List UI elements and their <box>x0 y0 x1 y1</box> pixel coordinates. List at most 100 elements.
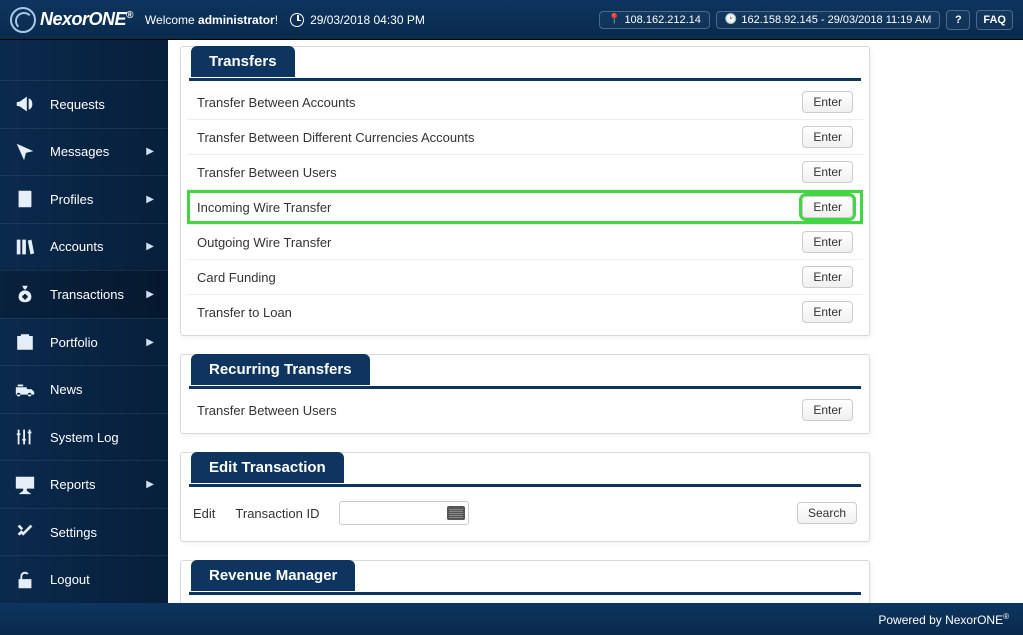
sidebar-item-label: Portfolio <box>50 335 98 350</box>
cursor-icon <box>14 141 36 163</box>
sidebar-item-profiles[interactable]: Profiles ▶ <box>0 175 168 223</box>
list-row: Card Funding Enter <box>187 260 863 295</box>
list-row: Deduct from Revenue AccountEnter <box>187 599 863 603</box>
enter-button[interactable]: Enter <box>802 91 853 113</box>
chevron-right-icon: ▶ <box>146 194 154 205</box>
keypad-icon[interactable] <box>447 506 465 520</box>
enter-button[interactable]: Enter <box>802 196 853 218</box>
revenue-card: Revenue Manager Deduct from Revenue Acco… <box>180 560 870 603</box>
datetime-text: 29/03/2018 04:30 PM <box>310 13 425 27</box>
sidebar-item-news[interactable]: News <box>0 365 168 413</box>
transfers-card: Transfers Transfer Between AccountsEnter… <box>180 46 870 336</box>
footer: Powered by NexorONE® <box>0 603 1023 635</box>
enter-button[interactable]: Enter <box>802 231 853 253</box>
addressbook-icon <box>14 188 36 210</box>
recurring-rows: Transfer Between Users Enter <box>181 393 869 427</box>
sidebar-item-messages[interactable]: Messages ▶ <box>0 128 168 176</box>
transfers-rows: Transfer Between AccountsEnter Transfer B… <box>181 85 869 329</box>
list-row: Incoming Wire Transfer Enter <box>187 190 863 225</box>
list-row: Transfer to LoanEnter <box>187 295 863 329</box>
sidebar-item-reports[interactable]: Reports ▶ <box>0 460 168 508</box>
row-label: Transfer Between Different Currencies Ac… <box>197 130 474 145</box>
enter-button[interactable]: Enter <box>802 126 853 148</box>
sidebar-item-portfolio[interactable]: Portfolio ▶ <box>0 318 168 366</box>
sidebar-item-logout[interactable]: Logout <box>0 555 168 603</box>
row-label: Outgoing Wire Transfer <box>197 235 331 250</box>
row-label: Transfer Between Users <box>197 403 337 418</box>
presentation-icon <box>14 474 36 496</box>
logo-text: NexorONE <box>40 9 126 29</box>
logo-reg: ® <box>126 10 133 21</box>
sidebar-item-systemlog[interactable]: System Log <box>0 413 168 461</box>
list-row: Transfer Between AccountsEnter <box>187 85 863 120</box>
row-label: Transfer Between Users <box>197 165 337 180</box>
edit-label: Edit <box>193 506 215 521</box>
last-ip-badge[interactable]: 🕑 162.158.92.145 - 29/03/2018 11:19 AM <box>716 11 940 29</box>
enter-button[interactable]: Enter <box>802 161 853 183</box>
unlock-icon <box>14 569 36 591</box>
sidebar-item-requests[interactable]: Requests <box>0 80 168 128</box>
topbar: NexorONE® Welcome administrator! 29/03/2… <box>0 0 1023 40</box>
sidebar-item-label: Settings <box>50 525 97 540</box>
sidebar-item-label: Transactions <box>50 287 124 302</box>
sidebar-item-label: Profiles <box>50 192 93 207</box>
clock-icon <box>290 13 304 27</box>
revenue-rows: Deduct from Revenue AccountEnter <box>181 599 869 603</box>
logo[interactable]: NexorONE® <box>10 7 133 33</box>
current-ip-text: 108.162.212.14 <box>624 14 700 26</box>
sidebar-item-label: Messages <box>50 144 109 159</box>
sidebar-item-label: Requests <box>50 97 105 112</box>
edit-transaction-card: Edit Transaction Edit Transaction ID Sea… <box>180 452 870 542</box>
sidebar-item-label: Logout <box>50 572 90 587</box>
transaction-id-label: Transaction ID <box>235 506 319 521</box>
pin-icon: 📍 <box>608 14 620 25</box>
sidebar-item-label: Reports <box>50 477 96 492</box>
edit-title: Edit Transaction <box>191 452 344 483</box>
books-icon <box>14 236 36 258</box>
enter-button[interactable]: Enter <box>802 399 853 421</box>
recurring-card: Recurring Transfers Transfer Between Use… <box>180 354 870 434</box>
chevron-right-icon: ▶ <box>146 241 154 252</box>
sidebar-item-settings[interactable]: Settings <box>0 508 168 556</box>
card-divider <box>189 78 861 81</box>
welcome-text: Welcome administrator! <box>145 13 278 27</box>
edit-row: Edit Transaction ID Search <box>181 491 869 535</box>
recurring-title: Recurring Transfers <box>191 354 370 385</box>
sidebar-item-label: News <box>50 382 83 397</box>
sidebar-item-label: Accounts <box>50 239 103 254</box>
enter-button[interactable]: Enter <box>802 301 853 323</box>
topbar-right: 📍 108.162.212.14 🕑 162.158.92.145 - 29/0… <box>599 10 1013 30</box>
chevron-right-icon: ▶ <box>146 146 154 157</box>
chevron-right-icon: ▶ <box>146 289 154 300</box>
suitcase-icon <box>14 331 36 353</box>
list-row: Transfer Between Different Currencies Ac… <box>187 120 863 155</box>
transfers-title: Transfers <box>191 46 295 77</box>
logo-swirl-icon <box>10 7 36 33</box>
help-button[interactable]: ? <box>946 10 970 30</box>
sidebar-item-label: System Log <box>50 430 119 445</box>
sidebar-item-accounts[interactable]: Accounts ▶ <box>0 223 168 271</box>
sidebar: Requests Messages ▶ Profiles ▶ Accounts … <box>0 40 168 603</box>
row-label: Incoming Wire Transfer <box>197 200 331 215</box>
current-ip-badge[interactable]: 📍 108.162.212.14 <box>599 11 710 29</box>
transaction-id-wrap <box>339 501 473 525</box>
faq-button[interactable]: FAQ <box>976 10 1013 30</box>
footer-text: Powered by NexorONE® <box>878 612 1009 627</box>
sidebar-item-transactions[interactable]: Transactions ▶ <box>0 270 168 318</box>
main: Requests Messages ▶ Profiles ▶ Accounts … <box>0 40 1023 603</box>
list-row: Transfer Between Users Enter <box>187 155 863 190</box>
row-label: Card Funding <box>197 270 276 285</box>
search-button[interactable]: Search <box>797 502 857 524</box>
clock-small-icon: 🕑 <box>725 14 737 25</box>
tools-icon <box>14 521 36 543</box>
moneybag-icon <box>14 283 36 305</box>
card-divider <box>189 592 861 595</box>
sliders-icon <box>14 426 36 448</box>
server-time: 29/03/2018 04:30 PM <box>290 13 425 27</box>
revenue-title: Revenue Manager <box>191 560 355 591</box>
card-divider <box>189 484 861 487</box>
enter-button[interactable]: Enter <box>802 266 853 288</box>
card-divider <box>189 386 861 389</box>
content-inner: Transfers Transfer Between AccountsEnter… <box>180 40 870 603</box>
content-area: Transfers Transfer Between AccountsEnter… <box>168 40 1023 603</box>
